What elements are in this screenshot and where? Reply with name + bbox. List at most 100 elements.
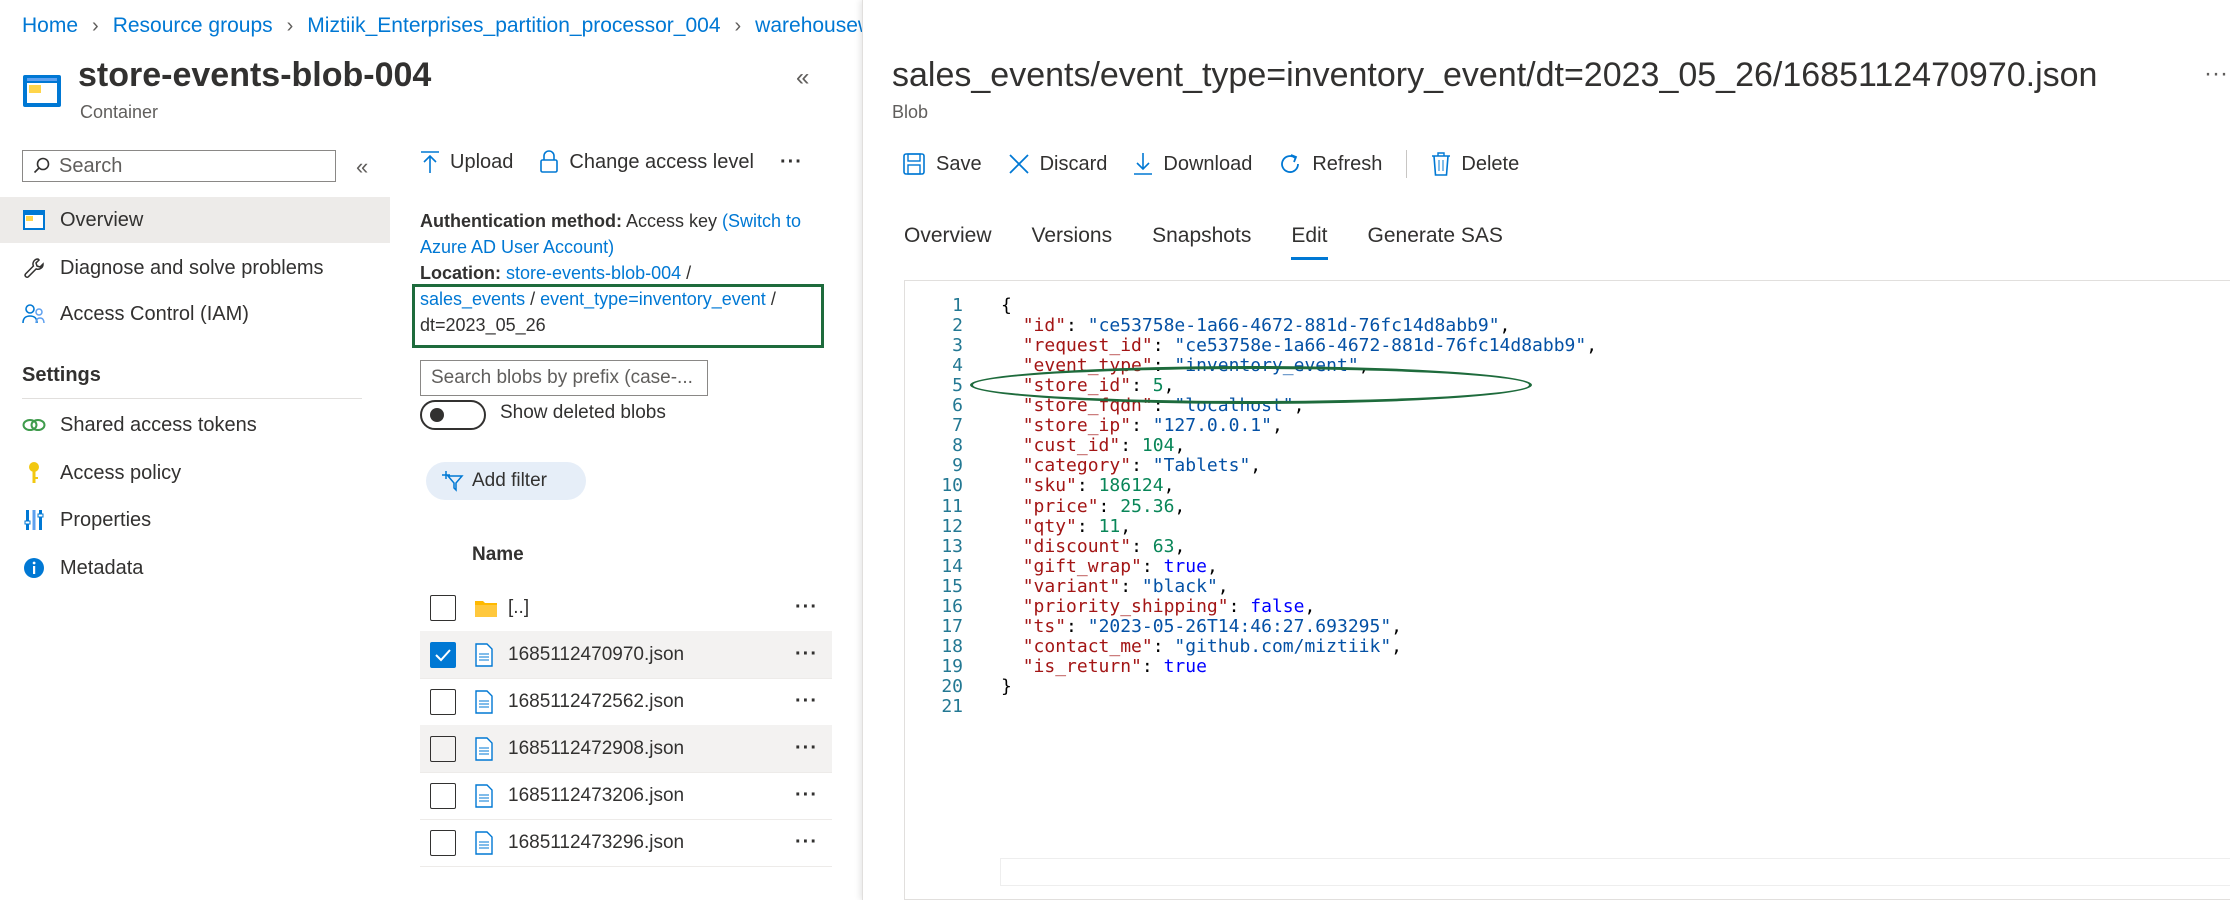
more-icon[interactable]: ···: [2204, 60, 2228, 88]
sidebar-search-placeholder: Search: [59, 154, 123, 177]
tab-edit[interactable]: Edit: [1291, 224, 1328, 260]
sidebar-item-overview[interactable]: Overview: [0, 197, 390, 243]
more-icon[interactable]: ···: [795, 690, 818, 713]
tab-generate-sas[interactable]: Generate SAS: [1368, 224, 1503, 260]
code-text: "variant": "black",: [1001, 576, 1229, 597]
sidebar-search-input[interactable]: Search: [22, 150, 336, 182]
tab-versions[interactable]: Versions: [1032, 224, 1113, 260]
sidebar-item-access-policy[interactable]: Access policy: [0, 450, 390, 496]
show-deleted-toggle[interactable]: [420, 400, 486, 430]
list-item[interactable]: 1685112472562.json ···: [420, 678, 832, 726]
code-token: }: [1001, 675, 1012, 697]
location-container-link[interactable]: store-events-blob-004: [506, 263, 681, 283]
list-item[interactable]: 1685112472908.json ···: [420, 725, 832, 773]
change-access-level-label: Change access level: [569, 150, 754, 173]
line-number: 7: [952, 415, 963, 437]
code-text: "discount": 63,: [1001, 535, 1186, 557]
save-button[interactable]: Save: [902, 152, 982, 176]
code-token: "is_return": [1022, 655, 1142, 677]
breadcrumb-home[interactable]: Home: [22, 14, 78, 38]
line-number: 21: [941, 696, 963, 717]
code-token: :: [1120, 575, 1142, 597]
code-token: :: [1066, 615, 1088, 637]
sidebar-item-properties[interactable]: Properties: [0, 497, 390, 543]
code-token: "cust_id": [1022, 435, 1121, 457]
change-access-level-button[interactable]: Change access level: [539, 150, 754, 174]
row-checkbox[interactable]: [430, 641, 456, 668]
refresh-button[interactable]: Refresh: [1278, 152, 1382, 176]
row-name[interactable]: 1685112472562.json: [508, 691, 684, 713]
breadcrumb-resource-group[interactable]: Miztiik_Enterprises_partition_processor_…: [307, 14, 720, 38]
row-name[interactable]: [..]: [508, 597, 529, 619]
search-icon: [33, 157, 50, 174]
sidebar-item-label: Metadata: [60, 556, 144, 579]
divider: [22, 398, 362, 399]
list-item[interactable]: 1685112470970.json ···: [420, 631, 832, 679]
list-item[interactable]: 1685112473296.json ···: [420, 819, 832, 867]
info-icon: [20, 554, 48, 582]
tab-overview[interactable]: Overview: [904, 224, 992, 260]
collapse-blade-icon[interactable]: «: [796, 64, 809, 92]
row-name[interactable]: 1685112472908.json: [508, 738, 684, 760]
current-line-highlight: [1000, 858, 2230, 886]
code-token: ,: [1304, 595, 1316, 617]
add-filter-button[interactable]: Add filter: [426, 462, 586, 500]
chevron-right-icon: ›: [92, 14, 99, 37]
row-checkbox[interactable]: [430, 688, 456, 715]
more-icon[interactable]: ···: [795, 643, 818, 666]
download-button[interactable]: Download: [1133, 152, 1252, 176]
more-icon[interactable]: ···: [795, 596, 818, 619]
row-name[interactable]: 1685112470970.json: [508, 644, 684, 666]
list-item[interactable]: 1685112473206.json ···: [420, 772, 832, 820]
row-checkbox[interactable]: [430, 594, 456, 621]
more-icon[interactable]: ···: [795, 831, 818, 854]
code-token: ,: [1499, 315, 1511, 337]
delete-button[interactable]: Delete: [1431, 152, 1519, 176]
sidebar-item-iam[interactable]: Access Control (IAM): [0, 291, 390, 337]
blob-subtitle: Blob: [892, 102, 929, 122]
tab-snapshots[interactable]: Snapshots: [1152, 224, 1251, 260]
row-name[interactable]: 1685112473206.json: [508, 785, 684, 807]
code-token: ,: [1120, 515, 1132, 537]
delete-label: Delete: [1461, 152, 1520, 175]
trash-icon: [1432, 152, 1451, 176]
row-name[interactable]: 1685112473296.json: [508, 832, 684, 854]
code-token: :: [1152, 635, 1175, 657]
line-number: 19: [941, 655, 963, 677]
row-checkbox[interactable]: [430, 829, 456, 856]
code-token: ,: [1250, 455, 1262, 477]
row-checkbox[interactable]: [430, 735, 456, 762]
code-text: "sku": 186124,: [1001, 475, 1175, 496]
code-token: "request_id": [1022, 335, 1153, 357]
code-token: ,: [1271, 415, 1283, 437]
code-token: 11: [1098, 515, 1121, 537]
filter-icon: [442, 471, 464, 492]
upload-button[interactable]: Upload: [420, 150, 513, 174]
code-token: ,: [1391, 635, 1403, 657]
chevron-right-icon: ›: [286, 14, 294, 37]
code-text: {: [1001, 295, 1012, 316]
code-token: :: [1141, 655, 1164, 677]
properties-icon: [20, 506, 48, 534]
list-item[interactable]: [..] ···: [420, 584, 832, 632]
column-header-name[interactable]: Name: [472, 544, 524, 566]
sidebar-item-shared-access-tokens[interactable]: Shared access tokens: [0, 402, 390, 448]
discard-button[interactable]: Discard: [1008, 153, 1107, 176]
code-token: :: [1131, 535, 1153, 557]
sidebar-item-diagnose[interactable]: Diagnose and solve problems: [0, 245, 390, 291]
row-checkbox[interactable]: [430, 782, 456, 809]
more-icon[interactable]: ···: [795, 784, 818, 807]
sidebar-item-metadata[interactable]: Metadata: [0, 545, 390, 591]
line-number: 3: [952, 335, 963, 357]
more-icon[interactable]: ···: [780, 151, 803, 174]
breadcrumb-resource-groups[interactable]: Resource groups: [113, 14, 273, 38]
more-icon[interactable]: ···: [795, 737, 818, 760]
blob-prefix-search-input[interactable]: Search blobs by prefix (case-...: [420, 360, 708, 396]
collapse-menu-icon[interactable]: «: [356, 154, 368, 180]
